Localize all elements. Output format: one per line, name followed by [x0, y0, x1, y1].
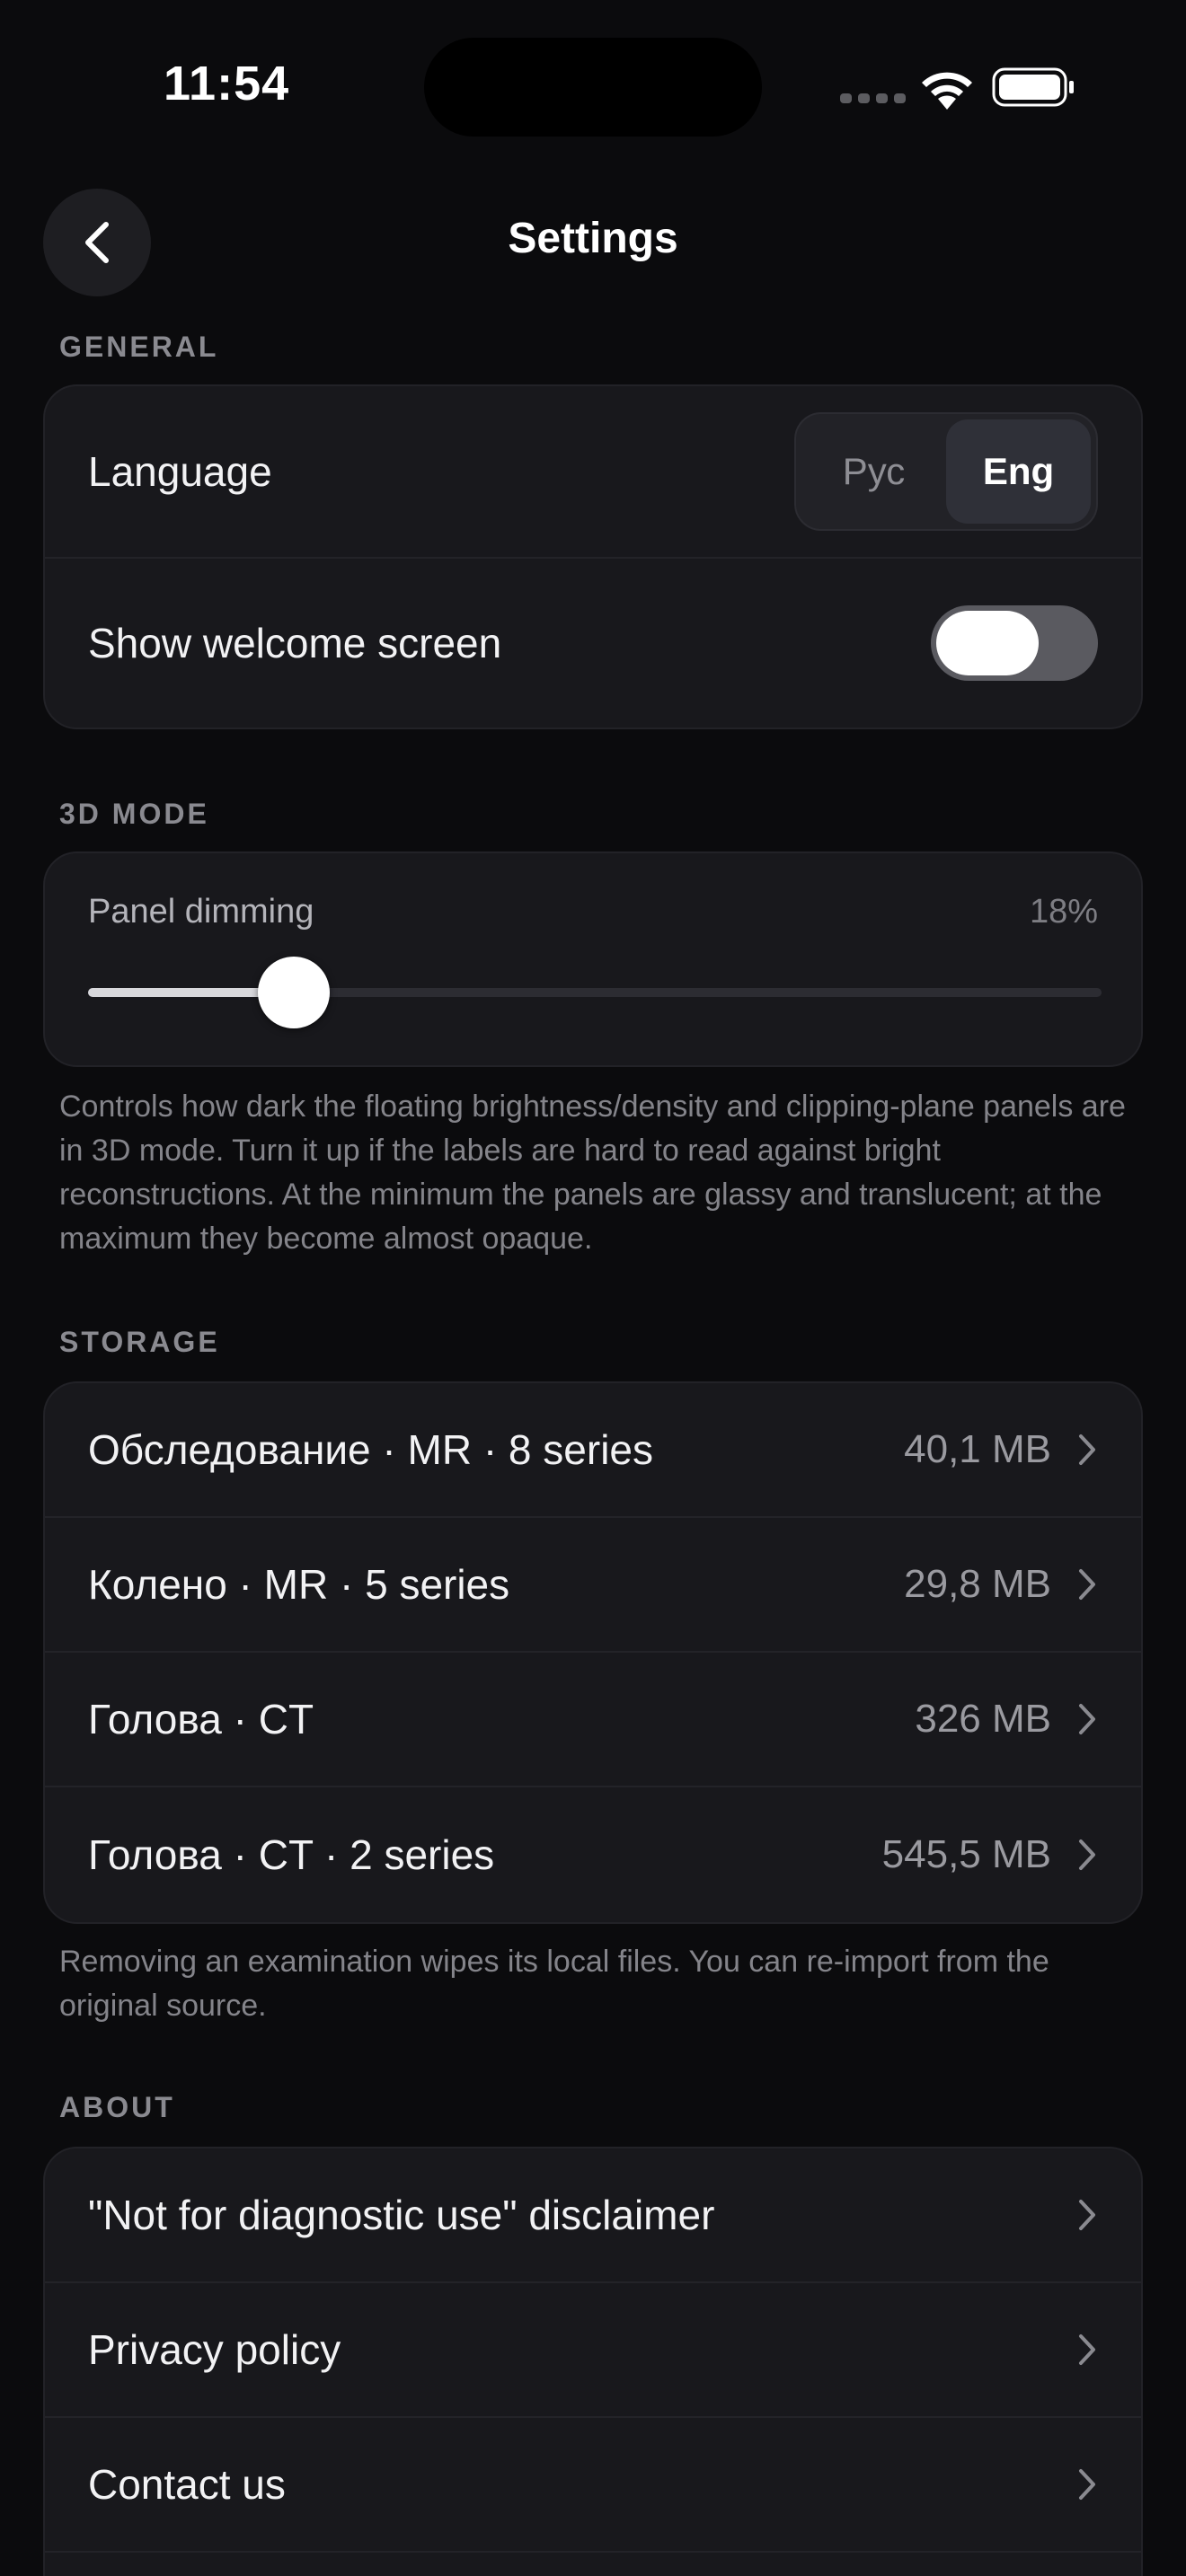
language-option-en[interactable]: Eng	[946, 419, 1091, 524]
storage-item-size: 326 MB	[915, 1697, 1051, 1741]
status-time: 11:54	[164, 57, 290, 110]
wifi-icon	[922, 72, 972, 110]
section-header-about: ABOUT	[59, 2091, 175, 2123]
general-card: Language Рус Eng Show welcome screen	[43, 384, 1143, 729]
toggle-knob	[936, 611, 1039, 675]
chevron-right-icon	[1079, 2200, 1095, 2230]
section-header-3d-mode: 3D MODE	[59, 798, 209, 830]
storage-item-2[interactable]: Колено · MR · 5 series 29,8 MB	[45, 1518, 1141, 1653]
battery-icon	[992, 67, 1074, 107]
cellular-signal-icon	[840, 93, 906, 103]
chevron-right-icon	[1079, 1434, 1095, 1465]
language-segmented-control[interactable]: Рус Eng	[794, 412, 1098, 531]
welcome-screen-label: Show welcome screen	[88, 620, 502, 666]
status-bar: 11:54	[0, 0, 1186, 171]
storage-item-3[interactable]: Голова · CT 326 MB	[45, 1653, 1141, 1787]
storage-item-label: Голова · CT · 2 series	[88, 1831, 495, 1878]
storage-item-label: Колено · MR · 5 series	[88, 1561, 510, 1608]
storage-card: Обследование · MR · 8 series 40,1 MB Кол…	[43, 1381, 1143, 1924]
about-item-privacy-policy[interactable]: Privacy policy	[45, 2283, 1141, 2418]
chevron-right-icon	[1079, 2334, 1095, 2365]
storage-note: Removing an examination wipes its local …	[59, 1945, 1049, 2023]
3d-mode-note: Controls how dark the floating brightnes…	[59, 1090, 1126, 1256]
storage-item-label: Обследование · MR · 8 series	[88, 1426, 653, 1473]
storage-item-size: 40,1 MB	[904, 1427, 1051, 1471]
slider-thumb[interactable]	[257, 957, 330, 1028]
about-item-label: Privacy policy	[88, 2326, 341, 2373]
about-item-label: "Not for diagnostic use" disclaimer	[88, 2192, 715, 2238]
3d-mode-card: Panel dimming 18%	[43, 851, 1143, 1067]
language-option-ru[interactable]: Рус	[801, 419, 946, 524]
storage-item-label: Голова · CT	[88, 1696, 314, 1742]
page-title: Settings	[508, 215, 678, 262]
panel-dimming-row: Panel dimming 18%	[45, 853, 1141, 1065]
chevron-right-icon	[1079, 2469, 1095, 2500]
storage-item-1[interactable]: Обследование · MR · 8 series 40,1 MB	[45, 1383, 1141, 1518]
welcome-screen-row: Show welcome screen	[45, 559, 1141, 728]
panel-dimming-value: 18%	[1029, 893, 1098, 931]
chevron-right-icon	[1079, 1839, 1095, 1870]
storage-item-size: 545,5 MB	[881, 1832, 1051, 1876]
language-row: Language Рус Eng	[45, 386, 1141, 559]
about-item-contact-us[interactable]: Contact us	[45, 2418, 1141, 2553]
language-label: Language	[88, 448, 272, 495]
storage-item-size: 29,8 MB	[904, 1562, 1051, 1606]
panel-dimming-slider[interactable]	[88, 957, 1102, 1028]
about-card: "Not for diagnostic use" disclaimer Priv…	[43, 2147, 1143, 2576]
panel-dimming-label: Panel dimming	[88, 893, 314, 931]
section-header-storage: STORAGE	[59, 1326, 220, 1358]
section-header-general: GENERAL	[59, 331, 219, 363]
chevron-right-icon	[1079, 1569, 1095, 1600]
about-item-disclaimer[interactable]: "Not for diagnostic use" disclaimer	[45, 2148, 1141, 2283]
welcome-screen-toggle[interactable]	[931, 605, 1098, 681]
chevron-right-icon	[1079, 1704, 1095, 1734]
dynamic-island	[424, 38, 762, 137]
about-item-label: Contact us	[88, 2461, 286, 2508]
storage-item-4[interactable]: Голова · CT · 2 series 545,5 MB	[45, 1787, 1141, 1922]
